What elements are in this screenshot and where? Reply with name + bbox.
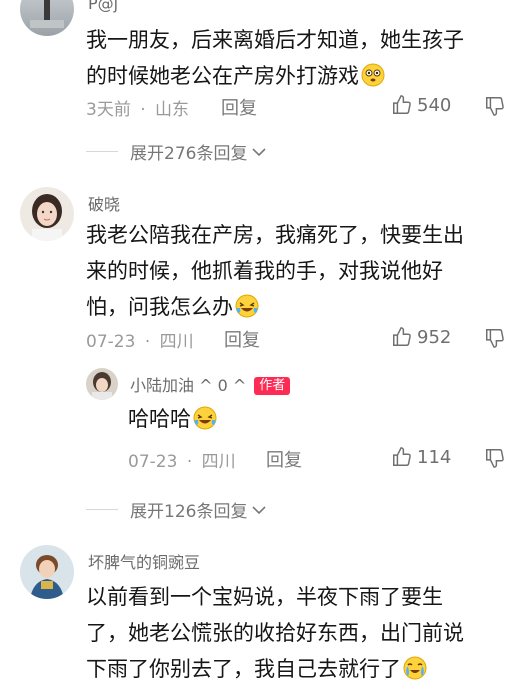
comment-text-line: 怕，问我怎么办 [86,289,506,325]
comment-text-line: 我老公陪我在产房，我痛死了，快要生出 [86,223,464,247]
thumbs-up-icon [393,447,411,466]
comment-text-line-text: 下雨了你别去了，我自己去就行了 [86,657,401,681]
expand-replies-button[interactable]: 展开126条回复 [86,497,268,522]
avatar-photo-icon [32,194,62,241]
like-button[interactable]: 540 [391,94,451,116]
avatar-photo-icon [30,0,64,28]
comment-text-line-text: 怕，问我怎么办 [86,295,233,319]
thumbs-down-icon [486,449,504,468]
like-button[interactable]: 952 [391,326,451,348]
comment-text-line: 的时候她老公在产房外打游戏 [86,58,506,94]
reply-username-text: 小陆加油 ^ 0 ^ [130,376,247,395]
comment-text-line: 来的时候，他抓着我的手，对我说他好 [86,259,443,283]
laughing-tears-icon [235,294,259,318]
comment-text-line: 下雨了你别去了，我自己去就行了 [86,651,506,687]
comment-location: 山东 [155,100,190,120]
thumbs-up-icon [393,327,411,346]
like-count: 952 [417,326,452,348]
comment-username[interactable]: 破晓 [88,191,120,215]
flushed-face-icon [361,63,385,87]
avatar-photo-icon [30,555,64,599]
reply-username[interactable]: 小陆加油 ^ 0 ^ 作者 [130,372,291,396]
separator: · [140,100,146,120]
comment-text-line: 了，她老公慌张的收拾好东西，出门前说 [86,621,464,645]
reply-location: 四川 [201,452,236,472]
expand-replies-label: 展开126条回复 [130,502,248,522]
like-count: 540 [417,94,452,116]
comment-location: 四川 [159,332,194,352]
comment-date: 3天前 [86,100,131,120]
laughing-tears-icon [193,406,217,430]
divider-line [86,509,118,510]
avatar[interactable] [20,0,74,36]
separator: · [186,452,193,472]
comment-username[interactable]: P@j [88,0,118,13]
comment-text-line: 以前看到一个宝妈说，半夜下雨了要生 [86,585,443,609]
reply-text-line: 哈哈哈 [128,407,191,431]
thumbs-up-icon [393,95,411,114]
reply-avatar[interactable] [86,368,118,400]
comment-meta: 07-23 · 四川 [86,327,194,352]
thumbs-down-icon [486,329,504,348]
reply-button[interactable]: 回复 [224,326,260,352]
divider-line [86,151,118,152]
author-badge: 作者 [254,377,291,395]
dislike-button[interactable] [484,447,506,473]
comment-text: 我老公陪我在产房，我痛死了，快要生出 来的时候，他抓着我的手，对我说他好 怕，问… [86,217,506,325]
dislike-button[interactable] [484,95,506,121]
comment-text: 我一朋友，后来离婚后才知道，她生孩子 的时候她老公在产房外打游戏 [86,22,506,94]
comment-text: 以前看到一个宝妈说，半夜下雨了要生 了，她老公慌张的收拾好东西，出门前说 下雨了… [86,579,506,687]
expand-replies-button[interactable]: 展开276条回复 [86,139,268,164]
reply-text: 哈哈哈 [128,401,217,437]
like-count: 114 [417,446,452,468]
reply-button[interactable]: 回复 [266,446,302,472]
chevron-down-icon [252,147,267,156]
chevron-down-icon [252,505,267,514]
comment-text-line-text: 的时候她老公在产房外打游戏 [86,64,359,88]
separator: · [144,332,151,352]
comment-meta: 3天前 · 山东 [86,95,189,120]
comment-username[interactable]: 坏脾气的铜豌豆 [88,549,200,573]
dislike-button[interactable] [484,327,506,353]
avatar-photo-icon [92,372,112,400]
avatar[interactable] [20,545,74,599]
comment-text-line: 我一朋友，后来离婚后才知道，她生孩子 [86,28,464,52]
comment-date: 07-23 [86,332,136,352]
avatar[interactable] [20,187,74,241]
like-button[interactable]: 114 [391,446,451,468]
reply-meta: 07-23 · 四川 [128,447,236,472]
expand-replies-label: 展开276条回复 [130,144,248,164]
reply-date: 07-23 [128,452,178,472]
thumbs-down-icon [486,97,504,116]
crying-laughing-icon [403,656,427,680]
reply-button[interactable]: 回复 [221,94,257,120]
